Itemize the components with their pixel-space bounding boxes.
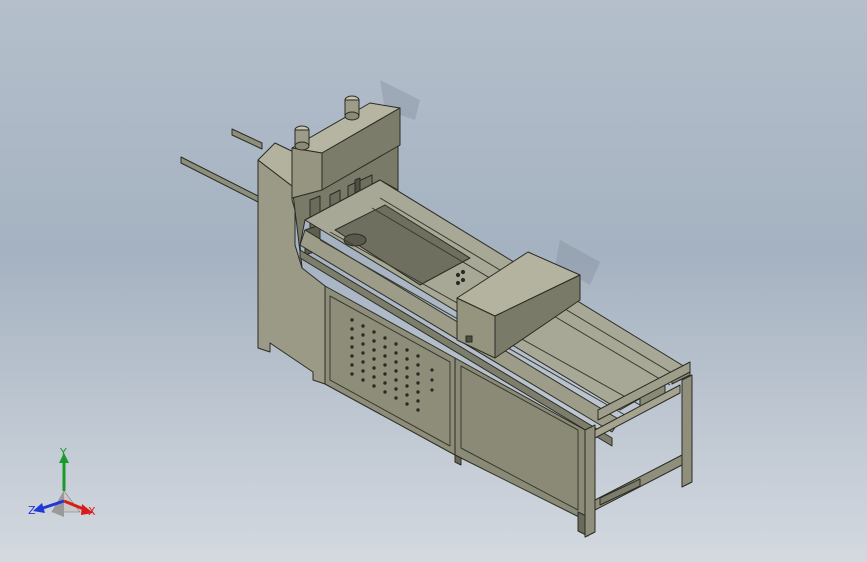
vent-hole bbox=[394, 342, 398, 346]
y-axis-label: Y bbox=[60, 446, 67, 459]
vent-hole bbox=[383, 363, 387, 367]
vent-hole bbox=[383, 345, 387, 349]
vent-hole bbox=[361, 333, 365, 337]
vent-hole bbox=[405, 366, 409, 370]
vent-hole bbox=[394, 369, 398, 373]
vent-hole bbox=[405, 402, 409, 406]
vent-hole bbox=[372, 366, 376, 370]
vent-hole bbox=[405, 393, 409, 397]
graphics-viewport[interactable]: Y Z X bbox=[0, 0, 867, 562]
vent-hole bbox=[430, 388, 434, 392]
vent-hole bbox=[405, 375, 409, 379]
vent-hole bbox=[405, 357, 409, 361]
vent-hole bbox=[361, 342, 365, 346]
vent-hole bbox=[361, 324, 365, 328]
vent-hole bbox=[394, 396, 398, 400]
machine-3d-model[interactable] bbox=[0, 0, 867, 562]
vent-hole bbox=[416, 381, 420, 385]
vent-hole bbox=[405, 348, 409, 352]
orientation-triad[interactable]: Y Z X bbox=[22, 445, 104, 523]
vent-hole bbox=[405, 384, 409, 388]
vent-hole bbox=[416, 390, 420, 394]
vent-hole bbox=[430, 378, 434, 382]
vent-hole bbox=[394, 387, 398, 391]
vent-hole bbox=[383, 381, 387, 385]
vent-hole bbox=[416, 354, 420, 358]
vent-hole bbox=[394, 378, 398, 382]
vent-hole bbox=[372, 330, 376, 334]
vent-hole bbox=[350, 318, 354, 322]
vent-hole bbox=[430, 368, 434, 372]
vent-hole bbox=[350, 354, 354, 358]
vent-hole bbox=[350, 336, 354, 340]
vent-hole bbox=[383, 372, 387, 376]
vent-hole bbox=[416, 399, 420, 403]
vent-hole bbox=[416, 363, 420, 367]
vent-hole bbox=[383, 336, 387, 340]
z-axis-label: Z bbox=[28, 504, 36, 517]
vent-hole bbox=[361, 360, 365, 364]
vent-hole bbox=[394, 360, 398, 364]
vent-hole bbox=[383, 390, 387, 394]
vent-hole bbox=[361, 351, 365, 355]
vent-hole bbox=[383, 354, 387, 358]
vent-hole bbox=[361, 378, 365, 382]
vent-hole bbox=[416, 372, 420, 376]
vent-hole bbox=[350, 372, 354, 376]
vent-hole bbox=[372, 339, 376, 343]
vent-hole bbox=[372, 375, 376, 379]
vent-hole bbox=[372, 384, 376, 388]
vent-hole bbox=[350, 345, 354, 349]
vent-hole bbox=[350, 327, 354, 331]
vent-hole bbox=[416, 408, 420, 412]
vent-hole bbox=[372, 348, 376, 352]
vent-hole bbox=[361, 369, 365, 373]
vent-hole bbox=[350, 363, 354, 367]
guide-rods bbox=[180, 128, 263, 203]
x-axis-label: X bbox=[88, 505, 96, 518]
vent-hole bbox=[372, 357, 376, 361]
vent-hole bbox=[394, 351, 398, 355]
